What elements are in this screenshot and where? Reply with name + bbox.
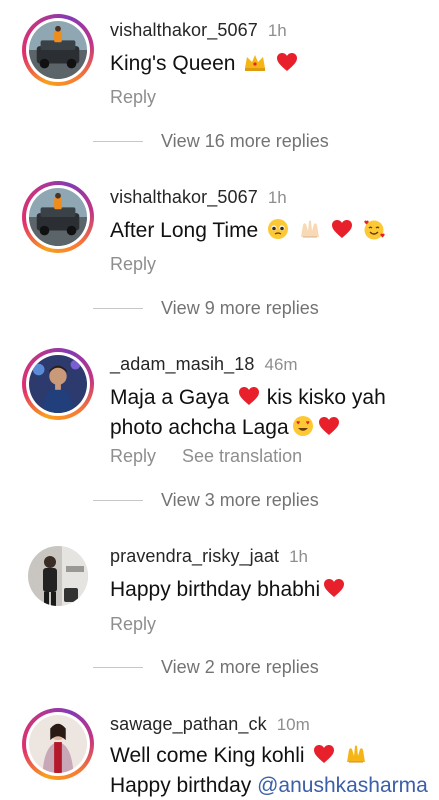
mention-link[interactable]: @anushkasharma xyxy=(257,774,428,797)
heart-emoji xyxy=(318,417,339,435)
smiling-face-hearts-emoji xyxy=(364,220,385,240)
comment-timestamp: 10m xyxy=(276,715,310,734)
comment-text-content: After Long Time xyxy=(110,219,259,242)
heart-emoji xyxy=(238,387,259,405)
comment-username[interactable]: vishalthakor_5067 xyxy=(110,187,258,208)
divider-line xyxy=(93,499,143,502)
reply-button[interactable]: Reply xyxy=(110,446,156,467)
heart-eyes-emoji xyxy=(292,416,313,436)
view-more-replies-label[interactable]: View 2 more replies xyxy=(161,657,319,678)
view-more-replies[interactable]: View 16 more replies xyxy=(93,131,329,152)
comment-text: Happy birthday bhabhi xyxy=(110,575,435,605)
view-more-replies-label[interactable]: View 3 more replies xyxy=(161,490,319,511)
comment-text-content: Maja a Gaya xyxy=(110,386,230,409)
comment-text-content: King's Queen xyxy=(110,52,236,75)
reply-button[interactable]: Reply xyxy=(110,254,156,275)
view-more-replies[interactable]: View 9 more replies xyxy=(93,298,319,319)
story-ring[interactable] xyxy=(22,181,94,253)
view-more-replies-label[interactable]: View 16 more replies xyxy=(161,131,329,152)
comment-text: King's Queen xyxy=(110,49,435,79)
comment-text: Maja a Gaya kis kisko yah photo achcha L… xyxy=(110,383,435,443)
view-more-replies[interactable]: View 3 more replies xyxy=(93,490,319,511)
view-more-replies[interactable]: View 2 more replies xyxy=(93,657,319,678)
car-photo-avatar[interactable] xyxy=(29,188,87,246)
comment-username[interactable]: vishalthakor_5067 xyxy=(110,20,258,41)
comment-username[interactable]: sawage_pathan_ck xyxy=(110,714,267,735)
see-translation-button[interactable]: See translation xyxy=(182,446,302,467)
comment-timestamp: 1h xyxy=(289,547,309,566)
man-wall-photo-avatar[interactable] xyxy=(28,546,88,606)
comment-text-content: Happy birthday bhabhi xyxy=(110,578,321,601)
comment-text: After Long Time xyxy=(110,216,435,246)
avatar-container[interactable] xyxy=(22,540,94,612)
divider-line xyxy=(93,666,143,669)
crown-emoji xyxy=(245,55,266,71)
reply-button[interactable]: Reply xyxy=(110,87,156,108)
divider-line xyxy=(93,307,143,310)
story-ring[interactable] xyxy=(22,708,94,780)
comment-username[interactable]: pravendra_risky_jaat xyxy=(110,546,279,567)
comment-text-content: Well come King kohli xyxy=(110,744,305,767)
heart-emoji xyxy=(331,220,352,238)
raising-hands-emoji xyxy=(347,745,366,763)
reply-button[interactable]: Reply xyxy=(110,614,156,635)
pleading-face-emoji xyxy=(268,219,289,239)
heart-emoji xyxy=(324,579,345,597)
heart-emoji xyxy=(277,53,298,71)
man-photo-avatar[interactable] xyxy=(29,355,87,413)
comment-text-content: kis kisko yah xyxy=(266,386,386,409)
comment-timestamp: 46m xyxy=(264,355,298,374)
divider-line xyxy=(93,140,143,143)
heart-emoji xyxy=(314,745,335,763)
comment-username[interactable]: _adam_masih_18 xyxy=(110,354,255,375)
comment-text-content: photo achcha Laga xyxy=(110,416,289,439)
woman-photo-avatar[interactable] xyxy=(29,715,87,773)
comment-text-content: Happy birthday xyxy=(110,774,252,797)
comment-timestamp: 1h xyxy=(267,188,287,207)
raising-hands-emoji xyxy=(300,220,319,238)
comment-text: Well come King kohli Happy birthday @anu… xyxy=(110,741,435,800)
story-ring[interactable] xyxy=(22,348,94,420)
comments-feed: vishalthakor_5067 1h King's Queen Reply … xyxy=(0,0,439,800)
view-more-replies-label[interactable]: View 9 more replies xyxy=(161,298,319,319)
car-photo-avatar[interactable] xyxy=(29,21,87,79)
comment-timestamp: 1h xyxy=(267,21,287,40)
story-ring[interactable] xyxy=(22,14,94,86)
